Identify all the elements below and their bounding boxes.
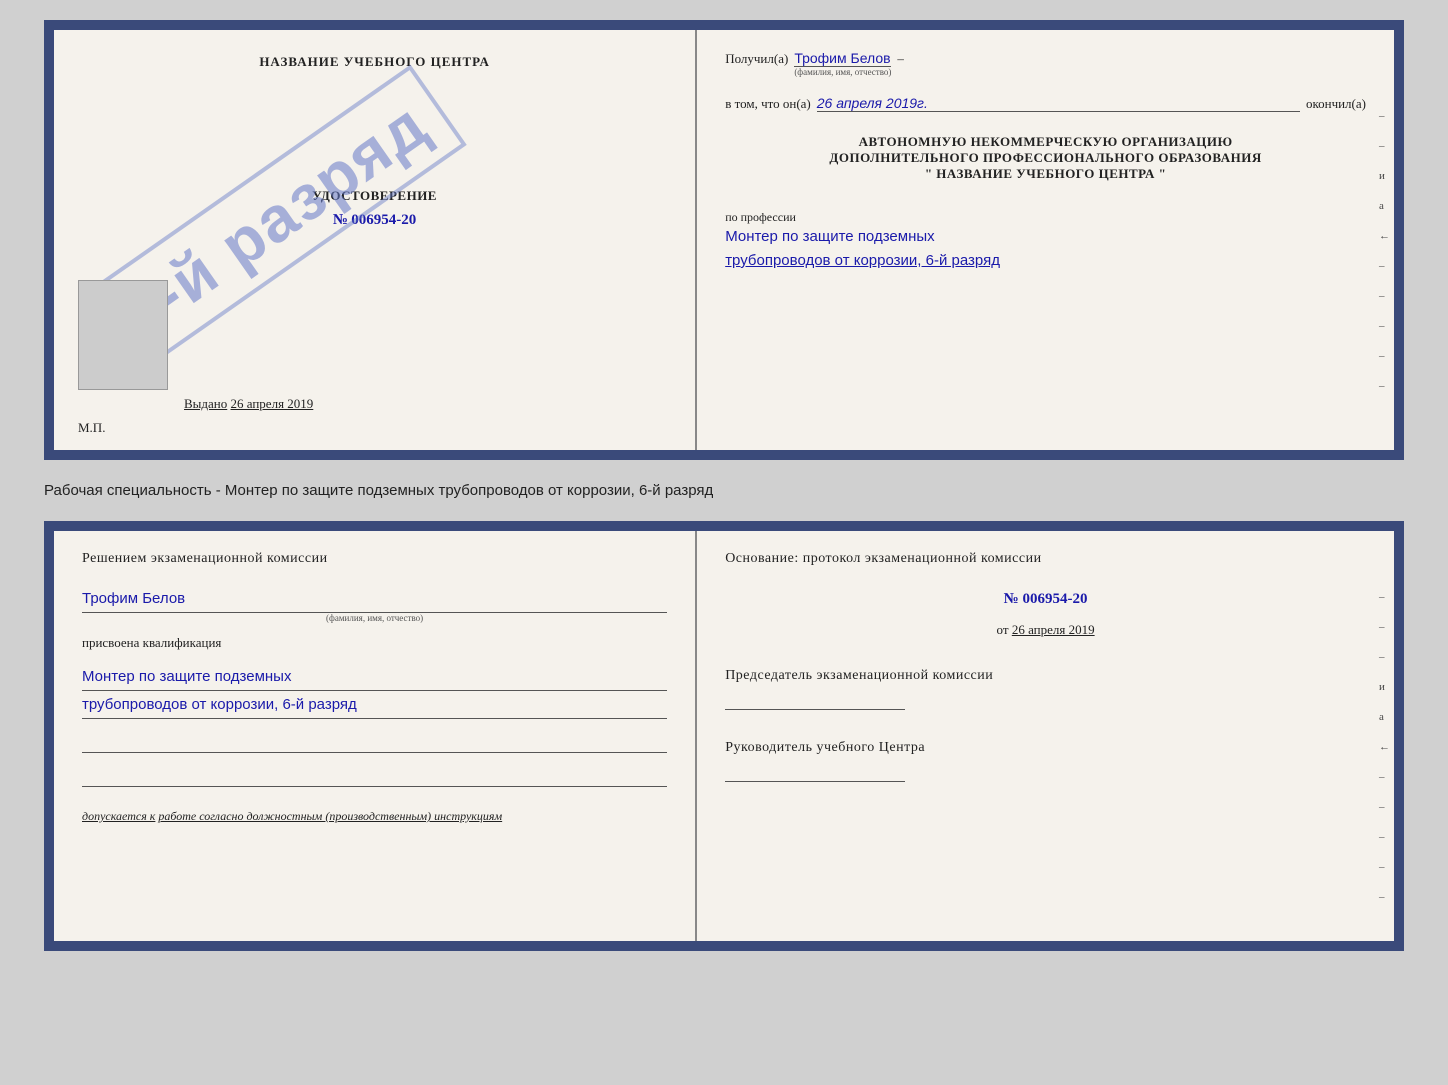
dash1: – [897,51,904,67]
mp-label: М.П. [78,420,105,436]
cert-top-title: НАЗВАНИЕ УЧЕБНОГО ЦЕНТРА [82,54,667,70]
top-certificate: НАЗВАНИЕ УЧЕБНОГО ЦЕНТРА 6-й разряд УДОС… [44,20,1404,460]
person-name-sub: (фамилия, имя, отчество) [82,613,667,623]
org-line2: ДОПОЛНИТЕЛЬНОГО ПРОФЕССИОНАЛЬНОГО ОБРАЗО… [725,150,1366,166]
received-row: Получил(а) Трофим Белов (фамилия, имя, о… [725,50,1366,77]
received-name: Трофим Белов [794,50,890,67]
date-row: в том, что он(а) 26 апреля 2019г. окончи… [725,95,1366,112]
chair-block: Председатель экзаменационной комиссии [725,668,1366,710]
org-name: " НАЗВАНИЕ УЧЕБНОГО ЦЕНТРА " [725,166,1366,182]
director-title: Руководитель учебного Центра [725,740,1366,756]
profession-label: по профессии [725,210,1366,225]
person-name: Трофим Белов [82,585,667,613]
director-signature-line [725,760,905,782]
bottom-right-panel: Основание: протокол экзаменационной коми… [697,531,1394,941]
cert-issued: Выдано 26 апреля 2019 [184,396,313,412]
blank-line-2 [82,765,667,787]
qual-line1: Монтер по защите подземных [82,663,667,691]
specialty-text: Рабочая специальность - Монтер по защите… [44,482,713,499]
name-sub: (фамилия, имя, отчество) [794,67,891,77]
org-line1: АВТОНОМНУЮ НЕКОММЕРЧЕСКУЮ ОРГАНИЗАЦИЮ [725,134,1366,150]
blank-line-1 [82,731,667,753]
chair-signature-line [725,688,905,710]
profession-block: по профессии Монтер по защите подземных … [725,204,1366,273]
finished-label: окончил(а) [1306,96,1366,112]
person-block: Трофим Белов (фамилия, имя, отчество) [82,585,667,623]
decision-title: Решением экзаменационной комиссии [82,551,667,567]
profession-line2: трубопроводов от коррозии, 6-й разряд [725,249,1366,273]
chair-title: Председатель экзаменационной комиссии [725,668,1366,684]
bottom-left-panel: Решением экзаменационной комиссии Трофим… [54,531,697,941]
in-that-label: в том, что он(а) [725,96,811,112]
protocol-date: от 26 апреля 2019 [725,622,1366,638]
cert-number: № 006954-20 [82,212,667,229]
допускается-value: работе согласно должностным (производств… [158,809,502,823]
in-that-date: 26 апреля 2019г. [817,95,1300,112]
bottom-certificate: Решением экзаменационной комиссии Трофим… [44,521,1404,951]
photo-placeholder [78,280,168,390]
допускается-block: допускается к работе согласно должностны… [82,809,667,824]
assigned-label: присвоена квалификация [82,635,667,651]
specialty-label: Рабочая специальность - Монтер по защите… [44,476,1404,505]
cert-left-panel: НАЗВАНИЕ УЧЕБНОГО ЦЕНТРА 6-й разряд УДОС… [54,30,697,450]
right-decorations: – – и а ← – – – – – [1379,110,1390,392]
protocol-number: № 006954-20 [725,591,1366,608]
допускается-prefix: допускается к [82,809,155,823]
org-block: АВТОНОМНУЮ НЕКОММЕРЧЕСКУЮ ОРГАНИЗАЦИЮ ДО… [725,134,1366,182]
basis-title: Основание: протокол экзаменационной коми… [725,551,1366,567]
right-dec2: – – – и а ← – – – – – [1379,591,1390,903]
profession-line1: Монтер по защите подземных [725,225,1366,249]
cert-right-panel: Получил(а) Трофим Белов (фамилия, имя, о… [697,30,1394,450]
qualification-block: Монтер по защите подземных трубопроводов… [82,663,667,719]
cert-label: УДОСТОВЕРЕНИЕ [82,188,667,204]
director-block: Руководитель учебного Центра [725,740,1366,782]
qual-line2: трубопроводов от коррозии, 6-й разряд [82,691,667,719]
received-label: Получил(а) [725,51,788,67]
